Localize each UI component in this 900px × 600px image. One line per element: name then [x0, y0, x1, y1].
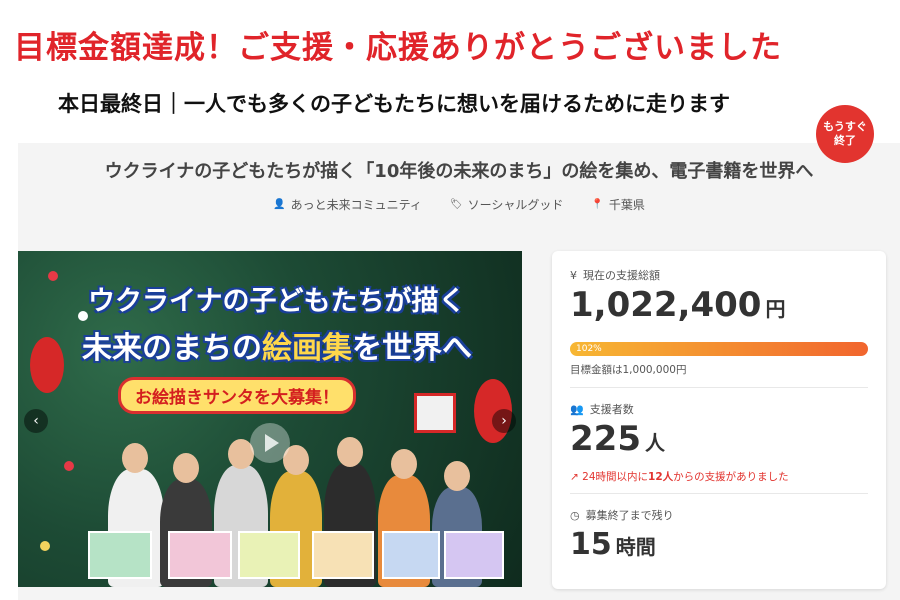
remaining-label-row: ◷ 募集終了まで残り — [570, 507, 674, 523]
play-video-icon[interactable] — [250, 423, 290, 463]
ornament-icon — [40, 541, 50, 551]
meta-owner-label: あっと未来コミュニティ — [290, 198, 422, 212]
child-drawing — [88, 531, 152, 579]
supporters-unit: 人 — [644, 431, 665, 455]
child-drawing — [168, 531, 232, 579]
hero-line-2-highlight: 絵画集 — [262, 331, 352, 366]
supporters-value: 225 — [570, 419, 641, 459]
santa-illustration — [30, 337, 64, 393]
divider — [570, 493, 868, 494]
person-head — [122, 443, 148, 473]
achievement-headline: 目標金額達成！ご支援・応援ありがとうございました — [14, 30, 782, 66]
project-title[interactable]: ウクライナの子どもたちが描く「10年後の未来のまち」の絵を集め、電子書籍を世界へ — [18, 157, 900, 183]
hero-recruit-badge: お絵描きサンタを大募集！ — [118, 377, 356, 414]
child-drawing — [238, 531, 300, 579]
child-drawing — [382, 531, 440, 579]
user-icon: 👤 — [273, 199, 286, 210]
meta-location[interactable]: 📍 千葉県 — [591, 196, 644, 213]
goal-amount-text: 目標金額は1,000,000円 — [570, 364, 687, 376]
clock-icon: ◷ — [570, 508, 580, 522]
funding-stats-panel: ¥ 現在の支援総額 1,022,400 円 102% 目標金額は1,000,000… — [552, 251, 886, 589]
total-amount: 1,022,400 円 — [570, 285, 785, 325]
location-pin-icon: 📍 — [591, 199, 604, 210]
divider — [570, 387, 868, 388]
ornament-icon — [48, 271, 58, 281]
tag-icon: 🏷 — [449, 199, 463, 210]
remaining-unit: 時間 — [615, 535, 656, 559]
project-hero-image[interactable]: ウクライナの子どもたちが描く 未来のまちの絵画集を世界へ お絵描きサンタを大募集… — [18, 251, 522, 587]
total-amount-unit: 円 — [765, 297, 786, 321]
group-photo — [88, 431, 508, 587]
remaining-label: 募集終了まで残り — [585, 509, 674, 522]
final-day-subline: 本日最終日｜一人でも多くの子どもたちに想いを届けるために走ります — [58, 92, 730, 116]
hero-line-2-suffix: を世界へ — [352, 331, 472, 366]
project-card: ウクライナの子どもたちが描く「10年後の未来のまち」の絵を集め、電子書籍を世界へ… — [18, 143, 900, 600]
progress-percent: 102% — [576, 344, 602, 354]
carousel-next-button[interactable]: › — [492, 409, 516, 433]
remaining-value: 15 — [570, 527, 612, 562]
meta-category-label: ソーシャルグッド — [467, 198, 564, 212]
meta-location-label: 千葉県 — [608, 198, 645, 212]
person-head — [444, 461, 470, 491]
supporters-label: 支援者数 — [589, 403, 634, 416]
carousel-prev-button[interactable]: ‹ — [24, 409, 48, 433]
recent-suffix: からの支援がありました — [673, 471, 789, 483]
ending-soon-badge: もうすぐ 終了 — [816, 105, 874, 163]
person-head — [391, 449, 417, 479]
person-head — [337, 437, 363, 467]
total-amount-label-row: ¥ 現在の支援総額 — [570, 267, 660, 283]
recent-count: 12人 — [648, 471, 674, 483]
recent-support-text: ↗ 24時間以内に12人からの支援がありました — [570, 469, 789, 484]
person-head — [173, 453, 199, 483]
supporters-label-row: 👥 支援者数 — [570, 401, 634, 417]
meta-category[interactable]: 🏷 ソーシャルグッド — [450, 196, 563, 213]
hero-line-2-prefix: 未来のまちの — [82, 331, 262, 366]
child-drawing — [312, 531, 374, 579]
total-amount-value: 1,022,400 — [570, 285, 762, 325]
ornament-icon — [78, 311, 88, 321]
people-icon: 👥 — [570, 402, 584, 416]
remaining-time: 15 時間 — [570, 527, 656, 562]
hero-line-2: 未来のまちの絵画集を世界へ — [82, 323, 472, 367]
recent-prefix: 24時間以内に — [582, 471, 649, 483]
total-amount-label: 現在の支援総額 — [583, 269, 660, 282]
supporters-count: 225 人 — [570, 419, 665, 459]
trend-up-icon: ↗ — [570, 471, 579, 483]
funding-progress-bar: 102% — [570, 342, 868, 356]
ornament-icon — [64, 461, 74, 471]
child-drawing — [444, 531, 504, 579]
yen-icon: ¥ — [570, 268, 577, 282]
hero-line-1: ウクライナの子どもたちが描く — [88, 286, 466, 317]
meta-owner[interactable]: 👤 あっと未来コミュニティ — [273, 196, 422, 213]
project-meta: 👤 あっと未来コミュニティ 🏷 ソーシャルグッド 📍 千葉県 — [18, 196, 900, 213]
gift-box-illustration — [414, 393, 456, 433]
